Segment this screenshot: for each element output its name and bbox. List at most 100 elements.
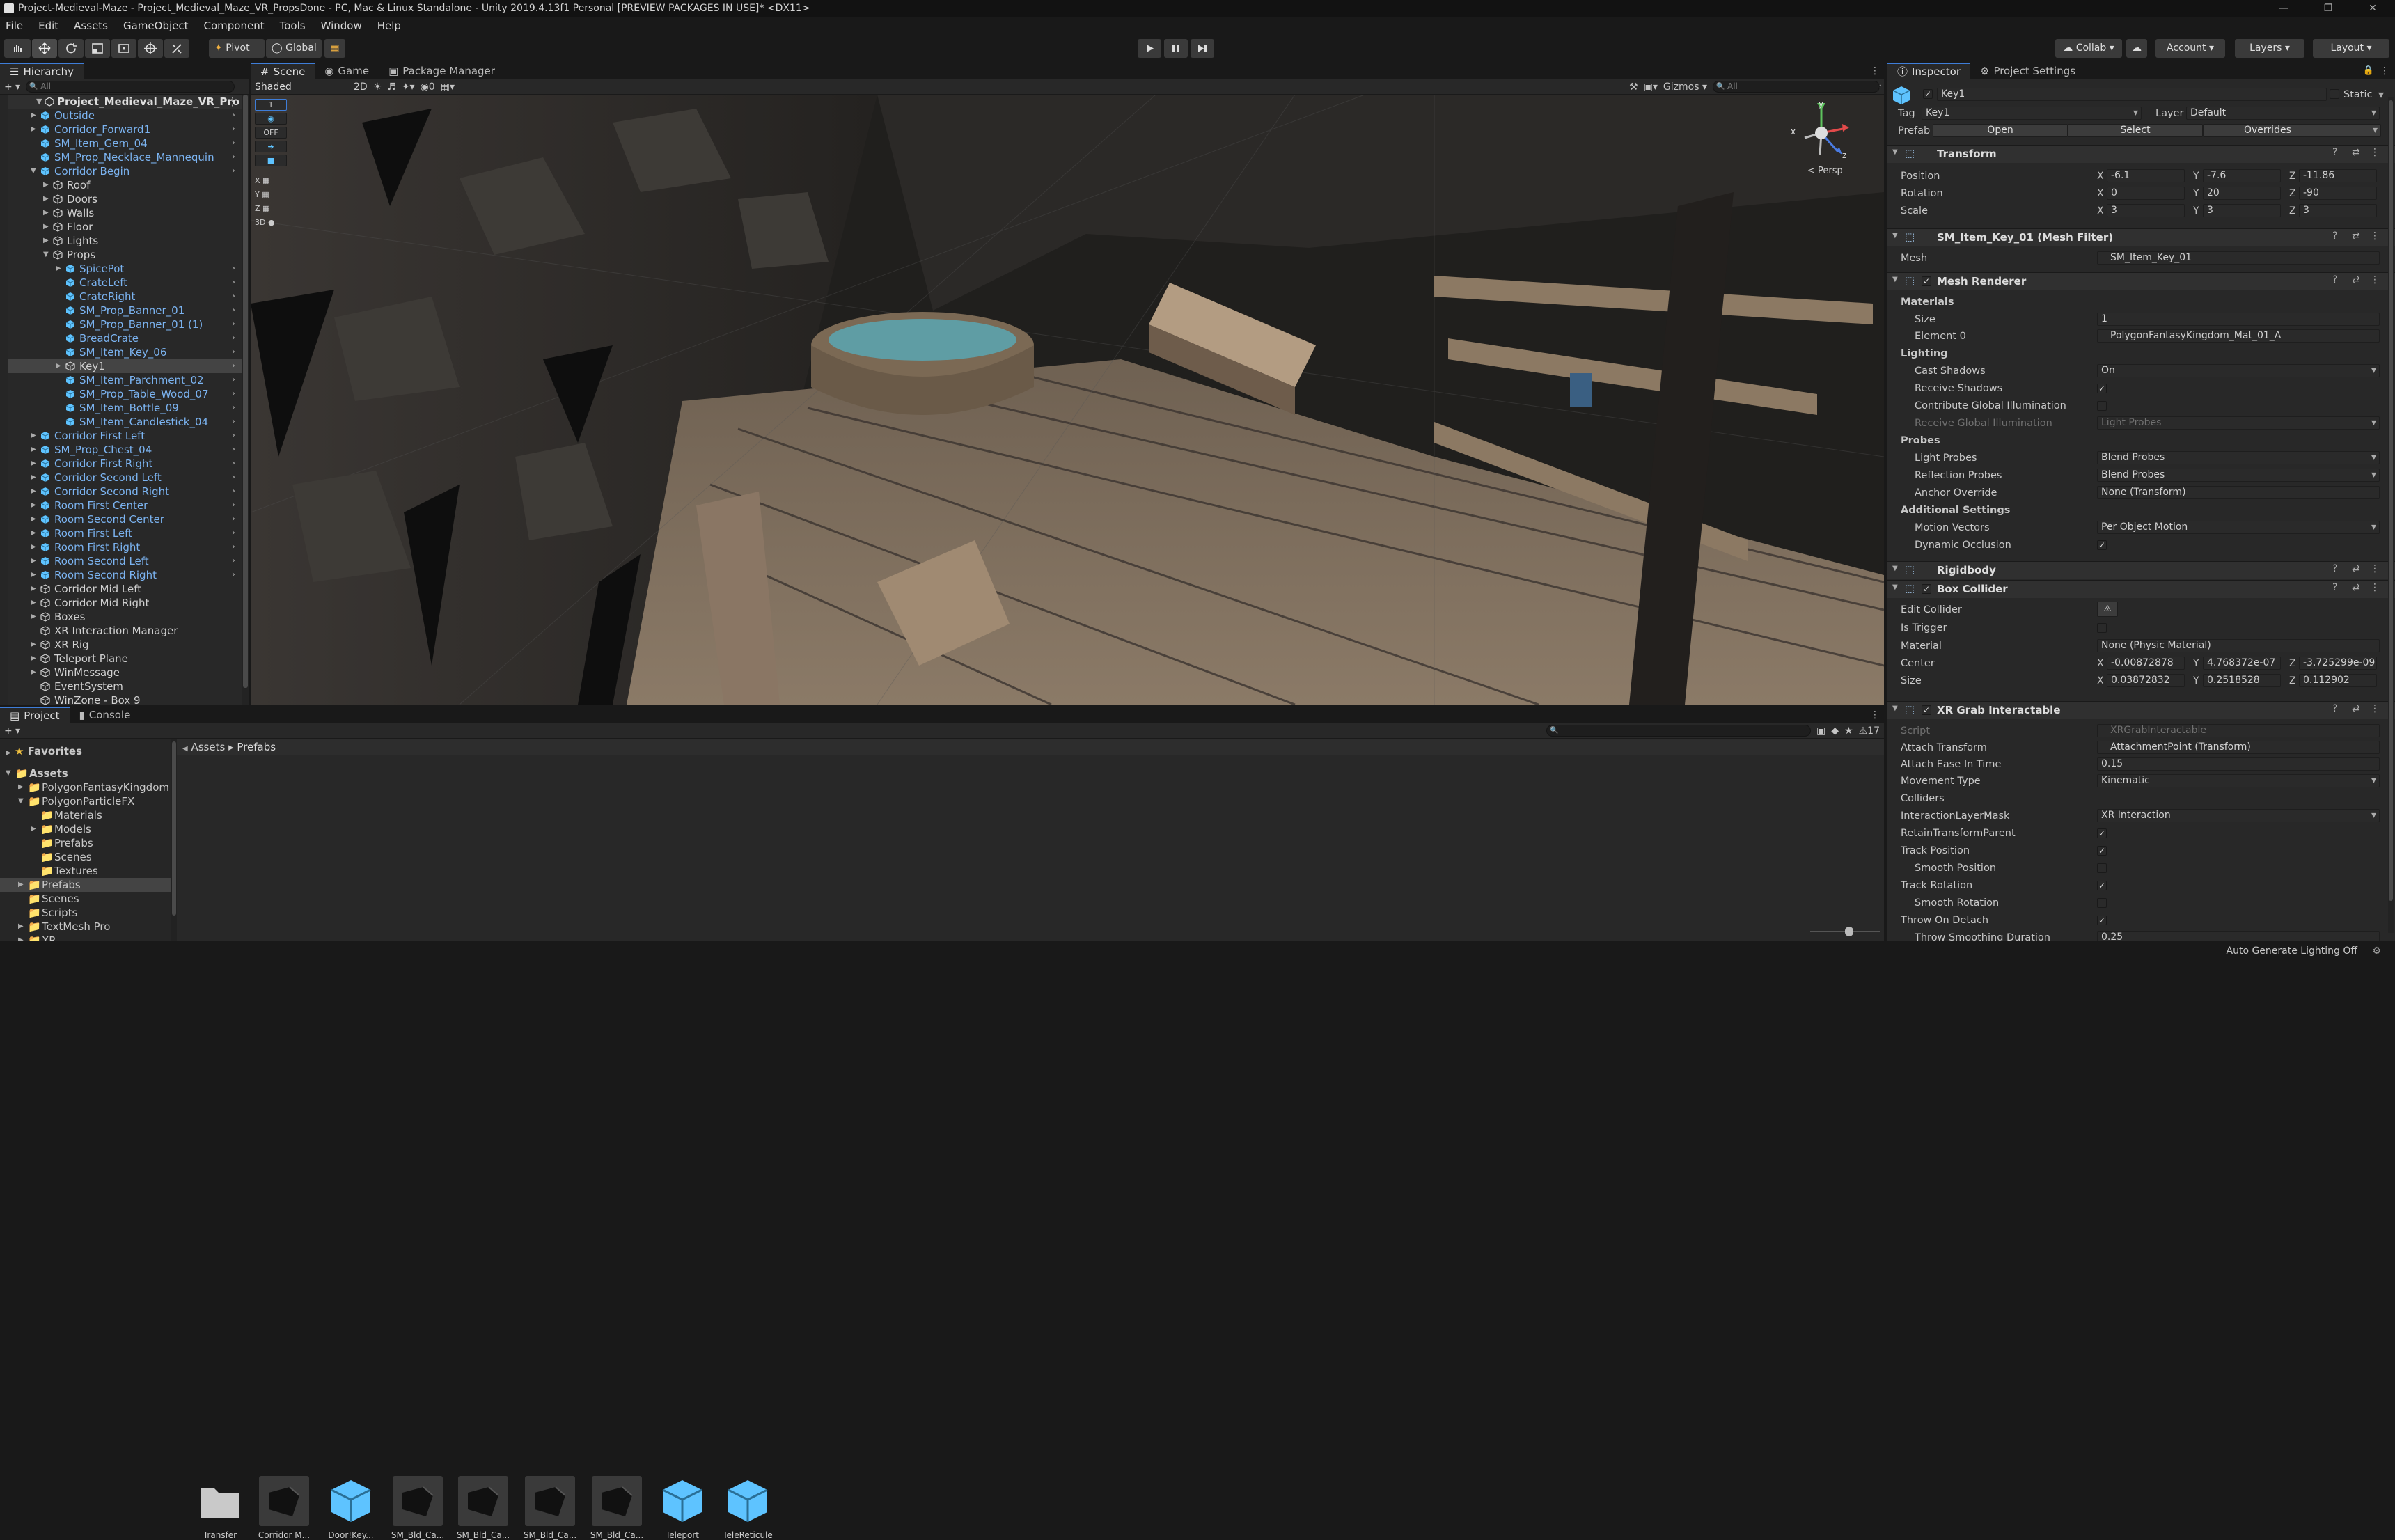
custom-tool-button[interactable] <box>164 39 189 58</box>
asset-item[interactable]: SM_Bld_Ca... <box>522 1476 578 1540</box>
open-prefab-chevron-icon[interactable]: › <box>232 331 235 345</box>
minimize-button[interactable]: — <box>2261 0 2306 17</box>
xr-grab-interactable-component-enabled-toggle[interactable]: ✓ <box>1922 705 1931 715</box>
tab-scene[interactable]: # Scene <box>251 63 315 79</box>
throw-on-detach-toggle[interactable]: ✓ <box>2097 916 2107 925</box>
account-dropdown[interactable]: Account ▾ <box>2156 39 2225 58</box>
box-collider-component-enabled-toggle[interactable]: ✓ <box>1922 584 1931 594</box>
step-button[interactable] <box>1191 39 1214 58</box>
hierarchy-row[interactable]: ▶ Room First Left › <box>0 526 242 540</box>
light-probes-dropdown[interactable]: Blend Probes <box>2097 451 2380 464</box>
hierarchy-row[interactable]: ▶ Room Second Left › <box>0 554 242 568</box>
help-icon[interactable]: ? <box>2332 582 2337 593</box>
expand-arrow-icon[interactable]: ▶ <box>31 457 38 471</box>
open-prefab-chevron-icon[interactable]: › <box>232 457 235 471</box>
prefab-select-button[interactable]: Select <box>2068 124 2203 137</box>
hierarchy-row[interactable]: SM_Item_Bottle_09 › <box>0 401 242 415</box>
preset-icon[interactable]: ⇄ <box>2352 274 2360 285</box>
component-menu-icon[interactable]: ⋮ <box>2370 274 2380 285</box>
hierarchy-row[interactable]: ▼ Corridor Begin › <box>0 164 242 178</box>
rotation-z-field[interactable]: -90 <box>2299 187 2377 200</box>
open-prefab-chevron-icon[interactable]: › <box>232 262 235 276</box>
static-dropdown-icon[interactable]: ▾ <box>2378 88 2384 101</box>
component-menu-icon[interactable]: ⋮ <box>2370 582 2380 593</box>
collider-center-y-field[interactable]: 4.768372e-07 <box>2203 657 2281 670</box>
expand-arrow-icon[interactable]: ▶ <box>31 109 38 123</box>
foldout-arrow-icon[interactable]: ▼ <box>1892 232 1898 239</box>
cloud-button[interactable]: ☁ <box>2126 39 2147 58</box>
rotation-y-field[interactable]: 20 <box>2203 187 2281 200</box>
open-prefab-chevron-icon[interactable]: › <box>232 164 235 178</box>
collider-size-y-field[interactable]: 0.2518528 <box>2203 674 2281 687</box>
open-prefab-chevron-icon[interactable]: › <box>232 471 235 485</box>
motion-vectors-dropdown[interactable]: Per Object Motion <box>2097 521 2380 534</box>
asset-item[interactable]: SM_Bld_Ca... <box>390 1476 446 1540</box>
help-icon[interactable]: ? <box>2332 147 2337 158</box>
component-menu-icon[interactable]: ⋮ <box>2370 147 2380 158</box>
help-icon[interactable]: ? <box>2332 274 2337 285</box>
expand-arrow-icon[interactable]: ▶ <box>31 596 38 610</box>
receive-gi-dropdown[interactable]: Light Probes <box>2097 416 2380 430</box>
asset-item[interactable]: TeleReticule <box>720 1476 776 1540</box>
hierarchy-row[interactable]: SM_Item_Gem_04 › <box>0 136 242 150</box>
tag-dropdown[interactable]: Key1 <box>1922 107 2142 120</box>
retain-transform-parent-toggle[interactable]: ✓ <box>2097 828 2107 838</box>
expand-arrow-icon[interactable]: ▶ <box>31 498 38 512</box>
expand-arrow-icon[interactable]: ▶ <box>31 485 38 498</box>
track-position-toggle[interactable]: ✓ <box>2097 846 2107 856</box>
preset-icon[interactable]: ⇄ <box>2352 703 2360 714</box>
expand-arrow-icon[interactable]: ▼ <box>43 248 50 262</box>
cast-shadows-dropdown[interactable]: On <box>2097 364 2380 377</box>
pivot-toggle[interactable]: ✦ Pivot <box>209 39 265 58</box>
object-name-field[interactable]: Key1 <box>1937 88 2327 101</box>
2d-toggle[interactable]: 2D <box>354 81 368 93</box>
maximize-button[interactable]: ❐ <box>2306 0 2350 17</box>
expand-arrow-icon[interactable]: ▶ <box>31 568 38 582</box>
hierarchy-row[interactable]: ▶ Floor <box>0 220 242 234</box>
expand-arrow-icon[interactable]: ▶ <box>43 206 50 220</box>
open-prefab-chevron-icon[interactable]: › <box>232 387 235 401</box>
open-prefab-chevron-icon[interactable]: › <box>232 150 235 164</box>
attach-transform-field[interactable]: AttachmentPoint (Transform) <box>2097 741 2380 754</box>
mesh-field[interactable]: SM_Item_Key_01 <box>2097 251 2380 265</box>
scene-panel-menu-icon[interactable]: ⋮ <box>1870 65 1880 77</box>
global-toggle[interactable]: ◯ Global <box>266 39 322 58</box>
menu-tools[interactable]: Tools <box>280 19 306 32</box>
grid-snap-button[interactable]: ▦ <box>324 39 345 58</box>
scene-viewport[interactable]: 1 ◉ OFF ➜ ■ X ▦ Y ▦ Z ▦ 3D ● x y z < Per… <box>251 95 1884 705</box>
open-prefab-chevron-icon[interactable]: › <box>232 485 235 498</box>
anchor-override-field[interactable]: None (Transform) <box>2097 486 2380 499</box>
hierarchy-row[interactable]: ▶ Room Second Right › <box>0 568 242 582</box>
open-prefab-chevron-icon[interactable]: › <box>232 540 235 554</box>
help-icon[interactable]: ? <box>2332 230 2337 242</box>
menu-assets[interactable]: Assets <box>74 19 108 32</box>
close-button[interactable]: ✕ <box>2350 0 2395 17</box>
hierarchy-row[interactable]: ▶ Boxes <box>0 610 242 624</box>
hierarchy-row[interactable]: SM_Prop_Banner_01 › <box>0 304 242 317</box>
open-prefab-chevron-icon[interactable]: › <box>232 345 235 359</box>
help-icon[interactable]: ? <box>2332 563 2337 574</box>
scale-x-field[interactable]: 3 <box>2107 204 2185 217</box>
hierarchy-row[interactable]: ▶ SpicePot › <box>0 262 242 276</box>
tools-icon[interactable]: ⚒ <box>1629 81 1638 93</box>
smooth-position-toggle[interactable] <box>2097 863 2107 873</box>
prefab-overrides-dropdown[interactable]: Overrides <box>2203 124 2381 137</box>
open-prefab-chevron-icon[interactable]: › <box>232 276 235 290</box>
hierarchy-row[interactable]: ▶ Corridor First Right › <box>0 457 242 471</box>
open-prefab-chevron-icon[interactable]: › <box>232 415 235 429</box>
menu-file[interactable]: File <box>6 19 23 32</box>
expand-arrow-icon[interactable]: ▶ <box>56 359 63 373</box>
expand-arrow-icon[interactable]: ▶ <box>31 554 38 568</box>
asset-item[interactable]: SM_Bld_Ca... <box>455 1476 511 1540</box>
component-menu-icon[interactable]: ⋮ <box>2370 563 2380 574</box>
gizmos-dropdown[interactable]: Gizmos ▾ <box>1663 81 1707 93</box>
pause-button[interactable] <box>1164 39 1188 58</box>
transform-tool-button[interactable] <box>138 39 163 58</box>
layer-dropdown[interactable]: Default <box>2186 107 2380 120</box>
move-tool-button[interactable] <box>32 39 57 58</box>
preset-icon[interactable]: ⇄ <box>2352 563 2360 574</box>
grid-toggle-icon[interactable]: ▦▾ <box>441 81 455 93</box>
tab-game[interactable]: ◉ Game <box>315 63 379 79</box>
active-toggle[interactable]: ✓ <box>1923 89 1933 99</box>
component-menu-icon[interactable]: ⋮ <box>2370 703 2380 714</box>
